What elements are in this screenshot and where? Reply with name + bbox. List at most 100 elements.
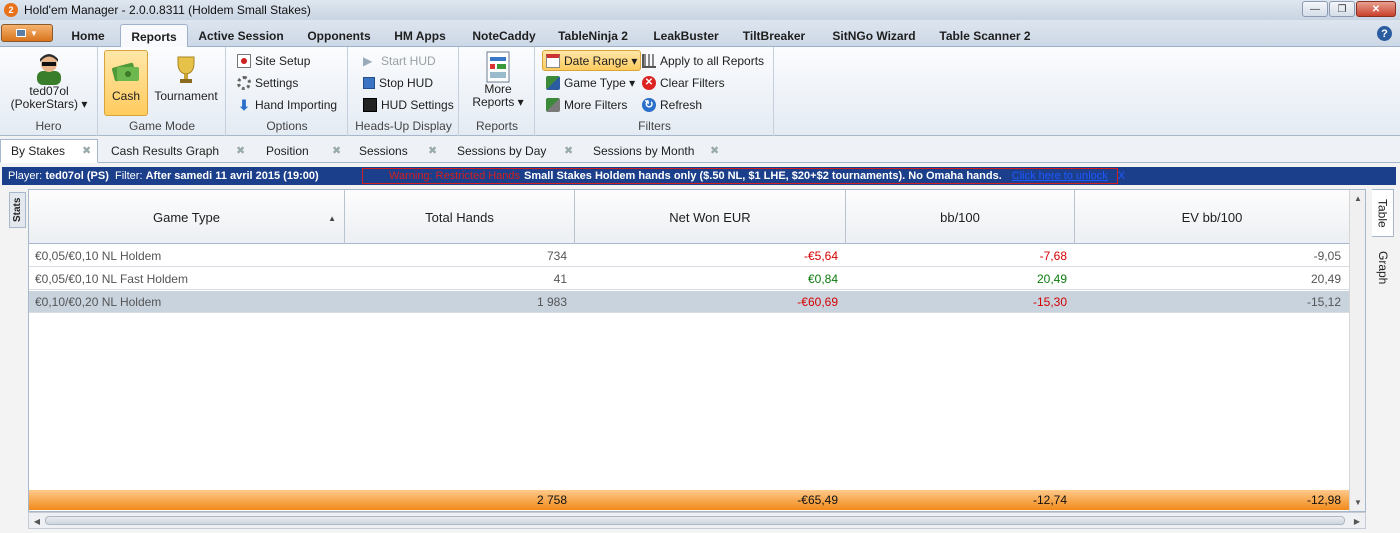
sort-ascending-icon: ▲: [328, 214, 336, 223]
game-type-button[interactable]: Game Type ▾: [546, 73, 635, 93]
hud-settings-button[interactable]: HUD Settings: [363, 95, 454, 115]
close-tab-icon[interactable]: ✖: [332, 144, 341, 157]
cell-net-won: -€5,64: [803, 249, 838, 263]
filter-value: After samedi 11 avril 2015 (19:00): [145, 170, 319, 182]
apply-all-reports-button[interactable]: Apply to all Reports: [642, 51, 764, 71]
chevron-down-icon: ▼: [30, 28, 38, 38]
tab-sessions-by-month[interactable]: Sessions by Month: [593, 139, 694, 163]
cell-bb100: 20,49: [1036, 272, 1067, 286]
tournament-label: Tournament: [154, 89, 218, 103]
play-icon: ▶: [363, 54, 373, 68]
column-header-ev-bb100[interactable]: EV bb/100: [1075, 190, 1349, 244]
hud-settings-label: HUD Settings: [381, 98, 454, 112]
help-icon[interactable]: ?: [1377, 26, 1392, 41]
close-tab-icon[interactable]: ✖: [82, 144, 91, 157]
close-tab-icon[interactable]: ✖: [564, 144, 573, 157]
scroll-right-icon[interactable]: ▶: [1349, 513, 1365, 529]
scroll-up-icon[interactable]: ▲: [1350, 190, 1365, 206]
gear-icon: [237, 76, 251, 90]
tab-tableninja[interactable]: TableNinja 2: [552, 24, 634, 48]
ribbon: ted07ol (PokerStars) ▾ Hero Cash Tournam…: [0, 47, 1400, 136]
scroll-left-icon[interactable]: ◀: [29, 513, 45, 529]
download-arrow-icon: ⬇: [238, 97, 250, 113]
minimize-button[interactable]: —: [1302, 1, 1328, 17]
unlock-link[interactable]: Click here to unlock: [1012, 170, 1108, 182]
scroll-down-icon[interactable]: ▼: [1350, 494, 1365, 510]
table-row[interactable]: €0,05/€0,10 NL Fast Holdem 41 €0,84 20,4…: [29, 268, 1349, 290]
more-reports-button[interactable]: More Reports ▾: [468, 51, 528, 109]
scrollbar-thumb[interactable]: [45, 516, 1345, 525]
refresh-label: Refresh: [660, 98, 703, 112]
stop-hud-button[interactable]: Stop HUD: [363, 73, 433, 93]
close-tab-icon[interactable]: ✖: [710, 144, 719, 157]
column-header-bb100[interactable]: bb/100: [846, 190, 1075, 244]
hand-importing-button[interactable]: ⬇ Hand Importing: [237, 95, 337, 115]
tab-table-scanner[interactable]: Table Scanner 2: [934, 24, 1036, 48]
hero-group-label: Hero: [35, 119, 62, 133]
more-filters-button[interactable]: More Filters: [546, 95, 627, 115]
stakes-results-table: Game Type ▲ Total Hands Net Won EUR bb/1…: [28, 189, 1366, 512]
filters-group-label: Filters: [638, 119, 671, 133]
site-setup-label: Site Setup: [255, 54, 311, 68]
maximize-button[interactable]: ❐: [1329, 1, 1355, 17]
group-game-mode: Cash Tournament Game Mode: [99, 47, 226, 136]
hero-button[interactable]: ted07ol (PokerStars) ▾: [8, 51, 90, 111]
hud-settings-icon: [363, 98, 377, 112]
tab-reports[interactable]: Reports: [120, 24, 188, 48]
tab-hm-apps[interactable]: HM Apps: [388, 24, 452, 48]
start-hud-button[interactable]: ▶ Start HUD: [363, 51, 436, 71]
settings-button[interactable]: Settings: [237, 73, 298, 93]
refresh-button[interactable]: ↻ Refresh: [642, 95, 702, 115]
dismiss-warning-button[interactable]: X: [1118, 170, 1125, 182]
table-side-tab[interactable]: Table: [1372, 189, 1394, 237]
vertical-scrollbar[interactable]: ▲ ▼: [1349, 190, 1365, 511]
cell-ev-bb100: -9,05: [1313, 249, 1341, 263]
tab-tiltbreaker[interactable]: TiltBreaker: [734, 24, 814, 48]
more-filters-label: More Filters: [564, 98, 628, 112]
start-hud-label: Start HUD: [381, 54, 436, 68]
tab-cash-results-graph[interactable]: Cash Results Graph: [111, 139, 219, 163]
site-setup-button[interactable]: Site Setup: [237, 51, 310, 71]
table-header: Game Type ▲ Total Hands Net Won EUR bb/1…: [29, 190, 1349, 244]
restricted-warning: Warning: Restricted Hands Small Stakes H…: [362, 168, 1125, 184]
restriction-message: Small Stakes Holdem hands only ($.50 NL,…: [524, 170, 1002, 182]
title-bar: 2 Hold'em Manager - 2.0.0.8311 (Holdem S…: [0, 0, 1400, 20]
cell-ev-bb100: -15,12: [1306, 295, 1341, 309]
tab-notecaddy[interactable]: NoteCaddy: [464, 24, 544, 48]
stop-hud-label: Stop HUD: [379, 76, 434, 90]
tab-sessions-by-day[interactable]: Sessions by Day: [457, 139, 546, 163]
tab-position[interactable]: Position: [266, 139, 309, 163]
tournament-button[interactable]: Tournament: [151, 51, 221, 103]
table-row-selected[interactable]: €0,10/€0,20 NL Holdem 1 983 -€60,69 -15,…: [29, 291, 1349, 313]
stats-side-tab[interactable]: Stats: [9, 192, 26, 228]
column-header-game-type[interactable]: Game Type ▲: [29, 190, 345, 244]
filter-icon: [546, 98, 560, 112]
tab-sitngo-wizard[interactable]: SitNGo Wizard: [826, 24, 922, 48]
graph-side-tab[interactable]: Graph: [1372, 242, 1394, 294]
total-bb100: -12,74: [1032, 493, 1067, 507]
cell-net-won: €0,84: [807, 272, 838, 286]
clear-x-icon: ✕: [642, 76, 656, 90]
close-button[interactable]: ✕: [1356, 1, 1396, 17]
total-ev-bb100: -12,98: [1306, 493, 1341, 507]
close-tab-icon[interactable]: ✖: [236, 144, 245, 157]
column-header-net-won[interactable]: Net Won EUR: [575, 190, 846, 244]
settings-label: Settings: [255, 76, 299, 90]
horizontal-scrollbar[interactable]: ◀ ▶: [28, 512, 1366, 529]
tab-sessions[interactable]: Sessions: [359, 139, 408, 163]
tab-active-session[interactable]: Active Session: [194, 24, 288, 48]
date-range-button[interactable]: Date Range ▾: [542, 50, 642, 71]
column-header-total-hands[interactable]: Total Hands: [345, 190, 575, 244]
more-reports-line2: Reports ▾: [472, 95, 524, 109]
table-row[interactable]: €0,05/€0,10 NL Holdem 734 -€5,64 -7,68 -…: [29, 245, 1349, 267]
window-title: Hold'em Manager - 2.0.0.8311 (Holdem Sma…: [24, 3, 311, 17]
cash-button[interactable]: Cash: [104, 50, 148, 116]
clear-filters-button[interactable]: ✕ Clear Filters: [642, 73, 725, 93]
tab-opponents[interactable]: Opponents: [300, 24, 378, 48]
tab-leakbuster[interactable]: LeakBuster: [646, 24, 726, 48]
group-hero: ted07ol (PokerStars) ▾ Hero: [0, 47, 98, 136]
tab-home[interactable]: Home: [62, 24, 114, 48]
report-icon: [486, 51, 510, 83]
application-menu-button[interactable]: ▼: [1, 24, 53, 42]
close-tab-icon[interactable]: ✖: [428, 144, 437, 157]
